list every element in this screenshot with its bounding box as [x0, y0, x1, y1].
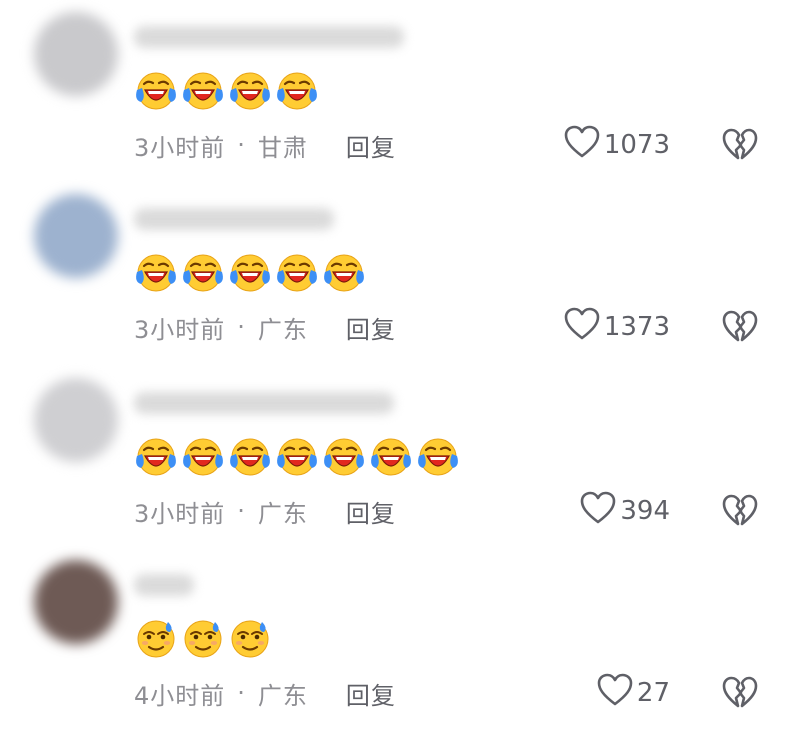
reply-button[interactable]: 回复 — [346, 494, 396, 529]
avatar[interactable] — [34, 12, 118, 96]
crying-laughing-emoji-icon — [275, 68, 320, 112]
crying-laughing-emoji-icon — [134, 434, 179, 478]
comment-location: 广东 — [257, 315, 308, 344]
crying-laughing-emoji-icon — [134, 250, 179, 294]
comment-emoji-row — [134, 68, 320, 112]
crying-laughing-emoji-icon — [369, 434, 414, 478]
comment-item: 3小时前 · 广东 回复 1373 — [0, 182, 800, 364]
sweating-smile-emoji-icon — [134, 616, 179, 660]
comment-location: 广东 — [257, 499, 308, 528]
meta-separator: · — [237, 497, 246, 525]
broken-heart-icon[interactable] — [722, 494, 758, 528]
heart-icon[interactable] — [564, 125, 604, 166]
crying-laughing-emoji-icon — [181, 434, 226, 478]
username-blurred[interactable] — [134, 26, 404, 48]
comment-meta: 3小时前 · 广东 回复 — [134, 491, 396, 531]
crying-laughing-emoji-icon — [275, 434, 320, 478]
comment-location: 甘肃 — [257, 133, 308, 162]
meta-separator: · — [237, 313, 246, 341]
reply-button[interactable]: 回复 — [346, 310, 396, 345]
comment-emoji-row — [134, 250, 367, 294]
crying-laughing-emoji-icon — [181, 250, 226, 294]
comment-meta: 3小时前 · 甘肃 回复 — [134, 125, 396, 165]
crying-laughing-emoji-icon — [322, 434, 367, 478]
like-count: 1073 — [603, 130, 670, 160]
comment-time: 3小时前 — [134, 499, 226, 528]
username-blurred[interactable] — [134, 574, 194, 596]
avatar[interactable] — [34, 378, 118, 462]
like-count: 27 — [636, 678, 670, 708]
like-button[interactable]: 1073 — [564, 125, 670, 165]
meta-separator: · — [237, 131, 246, 159]
heart-icon[interactable] — [597, 673, 637, 714]
meta-separator: · — [237, 679, 246, 707]
crying-laughing-emoji-icon — [416, 434, 461, 478]
like-button[interactable]: 394 — [580, 491, 670, 531]
crying-laughing-emoji-icon — [181, 68, 226, 112]
crying-laughing-emoji-icon — [228, 250, 273, 294]
reply-button[interactable]: 回复 — [346, 128, 396, 163]
comment-time: 3小时前 — [134, 133, 226, 162]
comment-meta: 3小时前 · 广东 回复 — [134, 307, 396, 347]
broken-heart-icon[interactable] — [722, 310, 758, 344]
crying-laughing-emoji-icon — [134, 68, 179, 112]
like-button[interactable]: 27 — [597, 673, 670, 713]
reply-button[interactable]: 回复 — [346, 676, 396, 711]
comment-item: 3小时前 · 广东 回复 394 — [0, 366, 800, 548]
like-count: 394 — [620, 496, 670, 526]
like-button[interactable]: 1373 — [564, 307, 670, 347]
sweating-smile-emoji-icon — [181, 616, 226, 660]
heart-icon[interactable] — [564, 307, 604, 348]
broken-heart-icon[interactable] — [722, 676, 758, 710]
comment-emoji-row — [134, 434, 461, 478]
comment-emoji-row — [134, 616, 273, 660]
crying-laughing-emoji-icon — [228, 68, 273, 112]
like-count: 1373 — [603, 312, 670, 342]
crying-laughing-emoji-icon — [228, 434, 273, 478]
username-blurred[interactable] — [134, 208, 334, 230]
comment-time: 4小时前 — [134, 681, 226, 710]
username-blurred[interactable] — [134, 392, 394, 414]
broken-heart-icon[interactable] — [722, 128, 758, 162]
comment-item: 4小时前 · 广东 回复 27 — [0, 548, 800, 730]
avatar[interactable] — [34, 194, 118, 278]
comment-location: 广东 — [257, 681, 308, 710]
comment-time: 3小时前 — [134, 315, 226, 344]
comment-item: 3小时前 · 甘肃 回复 1073 — [0, 0, 800, 182]
comment-meta: 4小时前 · 广东 回复 — [134, 673, 396, 713]
crying-laughing-emoji-icon — [275, 250, 320, 294]
crying-laughing-emoji-icon — [322, 250, 367, 294]
avatar[interactable] — [34, 560, 118, 644]
sweating-smile-emoji-icon — [228, 616, 273, 660]
heart-icon[interactable] — [580, 491, 620, 532]
